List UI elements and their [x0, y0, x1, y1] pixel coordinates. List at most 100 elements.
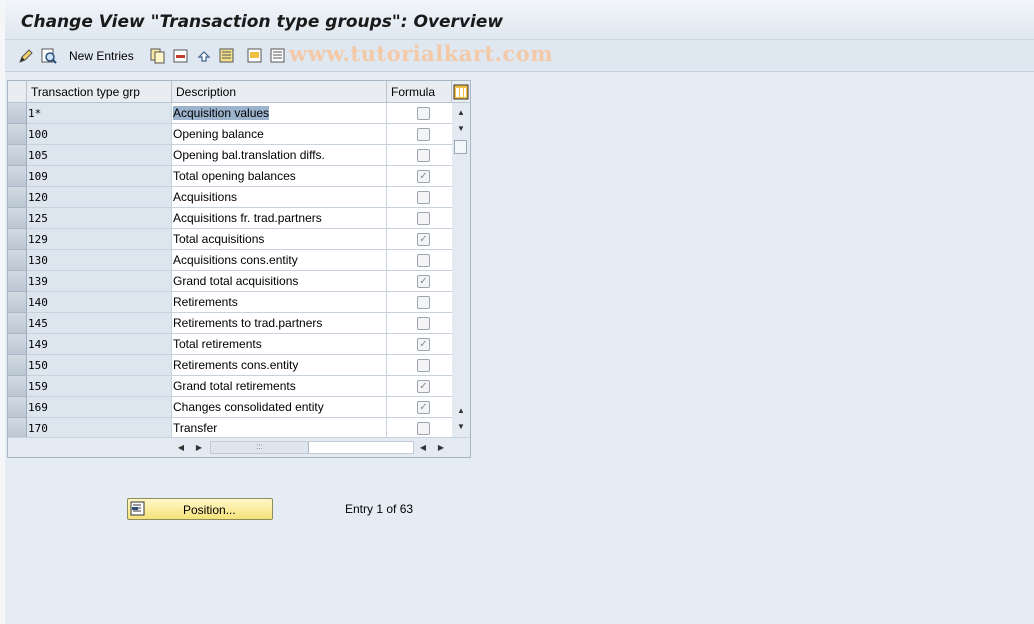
- description-text: Opening balance: [173, 127, 264, 141]
- row-selector[interactable]: [8, 145, 27, 166]
- position-button[interactable]: Position...: [127, 498, 273, 520]
- cell-description[interactable]: Acquisitions: [172, 187, 387, 208]
- scroll-left-icon[interactable]: ◀: [174, 442, 188, 454]
- cell-description[interactable]: Grand total acquisitions: [172, 271, 387, 292]
- row-selector[interactable]: [8, 103, 27, 124]
- cell-description[interactable]: Grand total retirements: [172, 376, 387, 397]
- table-row[interactable]: 105 Opening bal.translation diffs.: [8, 145, 452, 166]
- formula-checkbox[interactable]: [417, 191, 430, 204]
- table-row[interactable]: 169 Changes consolidated entity ✓: [8, 397, 452, 418]
- cell-description[interactable]: Total acquisitions: [172, 229, 387, 250]
- cell-description[interactable]: Total retirements: [172, 334, 387, 355]
- cell-description[interactable]: Retirements to trad.partners: [172, 313, 387, 334]
- table-row[interactable]: 130 Acquisitions cons.entity: [8, 250, 452, 271]
- cell-description[interactable]: Retirements cons.entity: [172, 355, 387, 376]
- copy-as-icon[interactable]: [148, 46, 168, 66]
- display-change-icon[interactable]: [16, 46, 36, 66]
- table-row[interactable]: 159 Grand total retirements ✓: [8, 376, 452, 397]
- formula-checkbox[interactable]: ✓: [417, 170, 430, 183]
- row-selector[interactable]: [8, 166, 27, 187]
- description-text: Grand total acquisitions: [173, 274, 299, 288]
- scroll-right-end-icon[interactable]: ▶: [434, 442, 448, 454]
- table-row[interactable]: 139 Grand total acquisitions ✓: [8, 271, 452, 292]
- cell-description[interactable]: Opening bal.translation diffs.: [172, 145, 387, 166]
- table-row[interactable]: 170 Transfer: [8, 418, 452, 439]
- row-selector[interactable]: [8, 334, 27, 355]
- formula-checkbox[interactable]: [417, 128, 430, 141]
- cell-transaction-group: 129: [27, 229, 172, 250]
- row-selector[interactable]: [8, 376, 27, 397]
- row-selector[interactable]: [8, 292, 27, 313]
- select-all-icon[interactable]: [217, 46, 237, 66]
- cell-description[interactable]: Acquisitions cons.entity: [172, 250, 387, 271]
- delete-icon[interactable]: [171, 46, 191, 66]
- formula-checkbox[interactable]: [417, 359, 430, 372]
- table-row[interactable]: 129 Total acquisitions ✓: [8, 229, 452, 250]
- formula-checkbox[interactable]: [417, 296, 430, 309]
- scroll-down-icon[interactable]: ▼: [454, 123, 468, 135]
- formula-checkbox[interactable]: ✓: [417, 380, 430, 393]
- position-icon: [130, 501, 146, 517]
- formula-checkbox[interactable]: [417, 149, 430, 162]
- vertical-scroll-thumb[interactable]: [454, 140, 467, 154]
- cell-transaction-group: 105: [27, 145, 172, 166]
- table-row[interactable]: 100 Opening balance: [8, 124, 452, 145]
- formula-checkbox[interactable]: [417, 254, 430, 267]
- formula-checkbox[interactable]: [417, 317, 430, 330]
- formula-checkbox[interactable]: [417, 107, 430, 120]
- column-config-icon[interactable]: [452, 81, 470, 103]
- table-row[interactable]: 109 Total opening balances ✓: [8, 166, 452, 187]
- column-header-formula[interactable]: Formula: [387, 81, 452, 103]
- row-selector[interactable]: [8, 208, 27, 229]
- table-row[interactable]: 1* Acquisition values: [8, 103, 452, 124]
- cell-description[interactable]: Total opening balances: [172, 166, 387, 187]
- column-header-description[interactable]: Description: [172, 81, 387, 103]
- table-row[interactable]: 145 Retirements to trad.partners: [8, 313, 452, 334]
- row-selector[interactable]: [8, 313, 27, 334]
- formula-checkbox[interactable]: ✓: [417, 275, 430, 288]
- table-row[interactable]: 125 Acquisitions fr. trad.partners: [8, 208, 452, 229]
- page-up-icon[interactable]: ▲: [454, 405, 468, 417]
- formula-checkbox[interactable]: [417, 422, 430, 435]
- scroll-left-end-icon[interactable]: ◀: [416, 442, 430, 454]
- undo-icon[interactable]: [194, 46, 214, 66]
- formula-checkbox[interactable]: ✓: [417, 338, 430, 351]
- row-selector[interactable]: [8, 229, 27, 250]
- cell-transaction-group: 169: [27, 397, 172, 418]
- cell-description[interactable]: Acquisition values: [172, 103, 387, 124]
- cell-description[interactable]: Retirements: [172, 292, 387, 313]
- row-selector[interactable]: [8, 124, 27, 145]
- cell-description[interactable]: Acquisitions fr. trad.partners: [172, 208, 387, 229]
- page-down-icon[interactable]: ▼: [454, 421, 468, 433]
- formula-checkbox[interactable]: ✓: [417, 401, 430, 414]
- row-selector[interactable]: [8, 355, 27, 376]
- row-selector[interactable]: [8, 397, 27, 418]
- cell-description[interactable]: Changes consolidated entity: [172, 397, 387, 418]
- table-row[interactable]: 149 Total retirements ✓: [8, 334, 452, 355]
- scroll-right-icon[interactable]: ▶: [192, 442, 206, 454]
- cell-description[interactable]: Transfer: [172, 418, 387, 439]
- deselect-all-icon[interactable]: [268, 46, 288, 66]
- formula-checkbox[interactable]: [417, 212, 430, 225]
- cell-transaction-group: 159: [27, 376, 172, 397]
- row-selector[interactable]: [8, 187, 27, 208]
- column-header-group[interactable]: Transaction type grp: [27, 81, 172, 103]
- vertical-scrollbar[interactable]: ▲ ▼ ▲ ▼: [452, 103, 470, 437]
- row-selector[interactable]: [8, 250, 27, 271]
- new-entries-button[interactable]: New Entries: [69, 49, 134, 63]
- select-all-rows-corner[interactable]: [8, 81, 27, 103]
- table-row[interactable]: 140 Retirements: [8, 292, 452, 313]
- row-selector[interactable]: [8, 418, 27, 439]
- horizontal-scrollbar[interactable]: :::: [210, 441, 414, 454]
- cell-description[interactable]: Opening balance: [172, 124, 387, 145]
- table-row[interactable]: 150 Retirements cons.entity: [8, 355, 452, 376]
- select-block-icon[interactable]: [245, 46, 265, 66]
- description-text: Retirements to trad.partners: [173, 316, 323, 330]
- row-selector[interactable]: [8, 271, 27, 292]
- table-row[interactable]: 120 Acquisitions: [8, 187, 452, 208]
- formula-checkbox[interactable]: ✓: [417, 233, 430, 246]
- horizontal-scroll-thumb[interactable]: :::: [211, 442, 309, 453]
- table-header: Transaction type grp Description Formula: [8, 81, 470, 103]
- scroll-up-icon[interactable]: ▲: [454, 107, 468, 119]
- details-icon[interactable]: [39, 46, 59, 66]
